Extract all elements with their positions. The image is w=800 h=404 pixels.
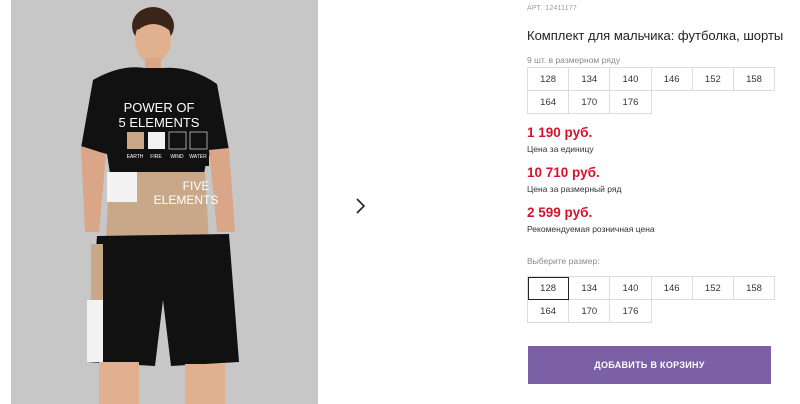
unit-price: 1 190 руб. (527, 125, 593, 140)
retail-price: 2 599 руб. (527, 205, 593, 220)
pack-price-label: Цена за размерный ряд (527, 184, 622, 194)
size-option[interactable]: 152 (692, 277, 734, 300)
pack-size-cell: 140 (610, 68, 652, 91)
pack-size-cell: 152 (692, 68, 734, 91)
size-option-selected[interactable]: 128 (528, 277, 570, 300)
size-option[interactable]: 170 (569, 300, 611, 323)
add-to-cart-button[interactable]: ДОБАВИТЬ В КОРЗИНУ (528, 346, 771, 384)
pack-price: 10 710 руб. (527, 165, 600, 180)
size-option[interactable]: 176 (610, 300, 652, 323)
unit-price-label: Цена за единицу (527, 144, 594, 154)
size-option[interactable]: 146 (651, 277, 693, 300)
size-picker: 128 134 140 146 152 158 164 170 176 (527, 276, 776, 323)
shirt-element-wind: WIND (170, 154, 184, 160)
product-title: Комплект для мальчика: футболка, шорты (527, 28, 784, 43)
size-option[interactable]: 164 (528, 300, 570, 323)
shirt-element-earth: EARTH (127, 154, 144, 160)
shirt-element-water: WATER (189, 154, 207, 160)
pack-size-cell: 158 (733, 68, 776, 91)
pack-size-cell: 128 (528, 68, 570, 91)
product-photo-illustration: POWER OF 5 ELEMENTS EARTH FIRE WIND WATE… (11, 0, 318, 404)
size-picker-label: Выберите размер: (527, 256, 600, 266)
shirt-element-fire: FIRE (150, 154, 162, 160)
next-photo-button[interactable] (342, 188, 378, 224)
size-option[interactable]: 158 (733, 277, 776, 300)
chevron-right-icon (356, 198, 366, 214)
size-option[interactable]: 140 (610, 277, 652, 300)
product-gallery: POWER OF 5 ELEMENTS EARTH FIRE WIND WATE… (0, 0, 398, 404)
article-value: 12411177 (545, 5, 577, 12)
pack-size-cell: 164 (528, 91, 570, 114)
shirt-print-line1: POWER OF (124, 100, 195, 115)
retail-price-label: Рекомендуемая розничная цена (527, 224, 655, 234)
pack-size-cell: 134 (569, 68, 611, 91)
pack-note: 9 шт. в размерном ряду (527, 55, 621, 65)
shirt-print-line4: ELEMENTS (154, 193, 219, 207)
pack-size-cell: 176 (610, 91, 652, 114)
pack-size-grid: 128 134 140 146 152 158 164 170 176 (527, 67, 776, 114)
size-option[interactable]: 134 (569, 277, 611, 300)
shirt-print-line3: FIVE (183, 179, 210, 193)
shirt-print-line2: 5 ELEMENTS (119, 115, 200, 130)
product-photo: POWER OF 5 ELEMENTS EARTH FIRE WIND WATE… (11, 0, 318, 404)
pack-size-cell: 146 (651, 68, 693, 91)
article-number: АРТ. 12411177 (527, 5, 580, 12)
pack-size-cell: 170 (569, 91, 611, 114)
article-label: АРТ. (527, 5, 543, 12)
